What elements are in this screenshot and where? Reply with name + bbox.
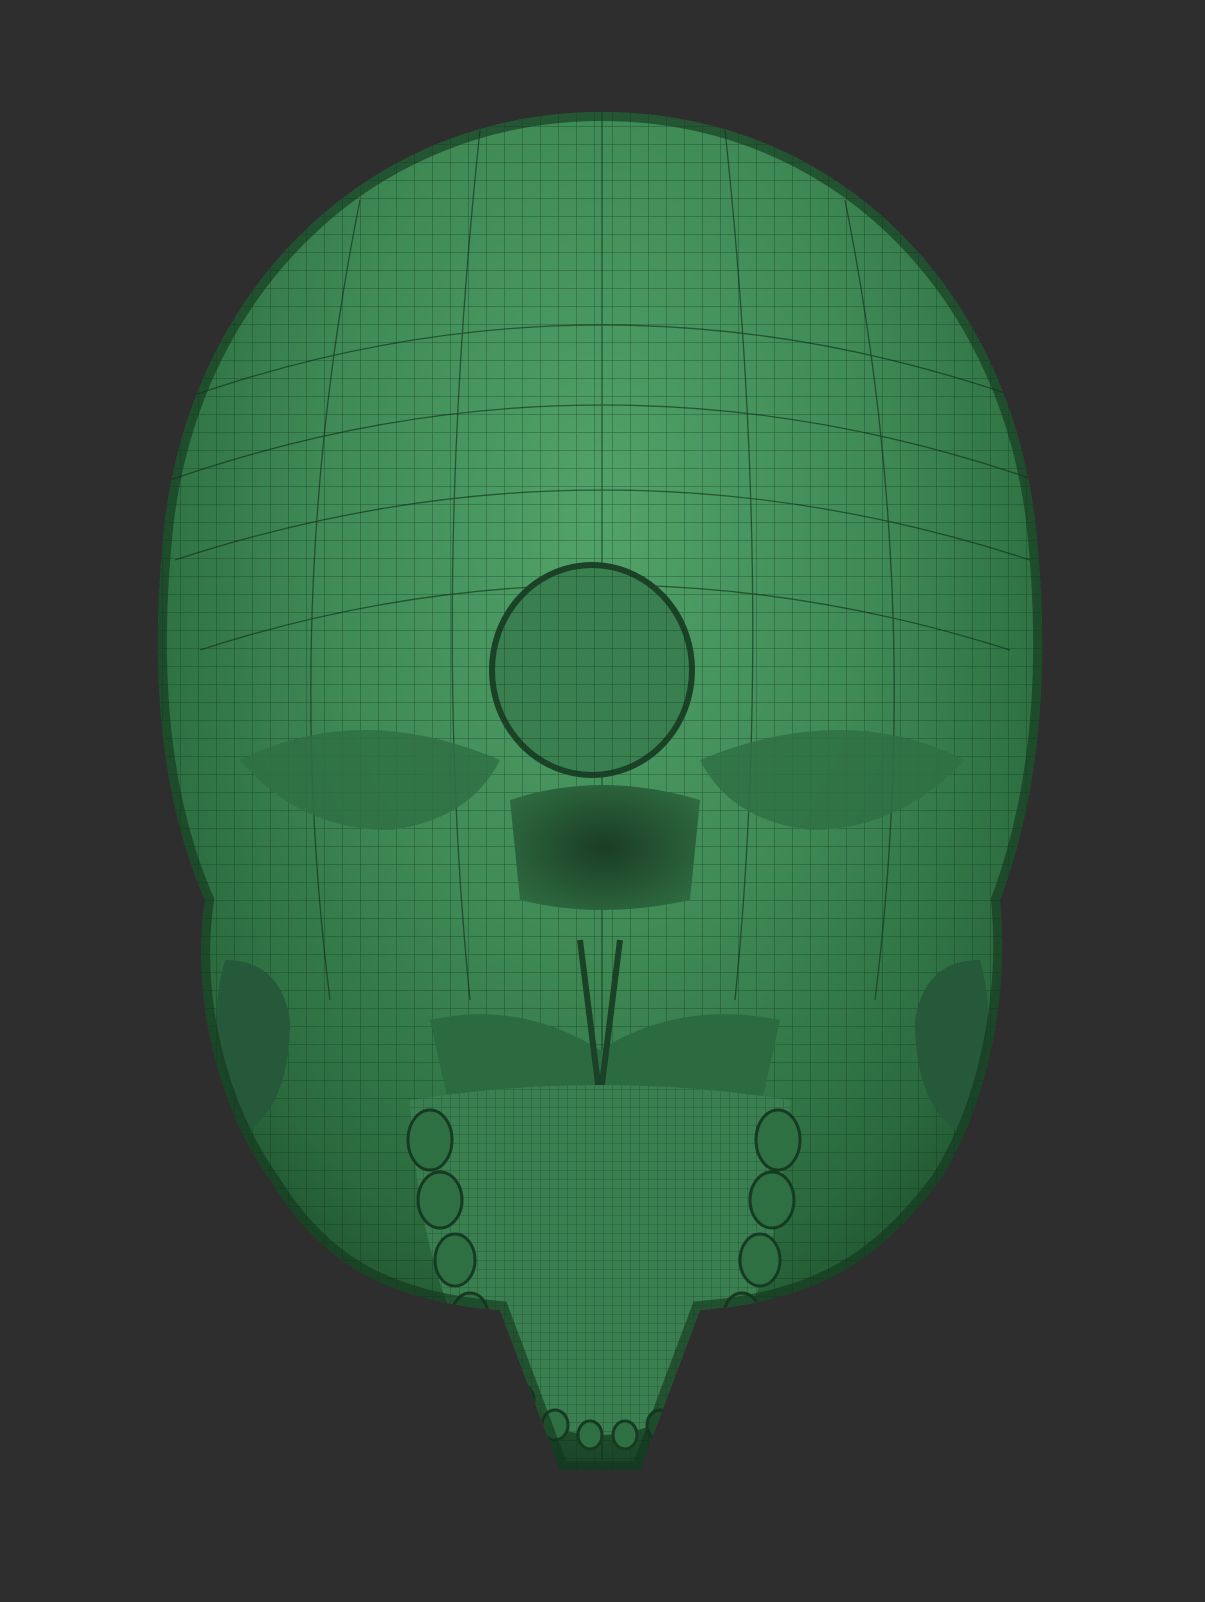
basi-occiput — [510, 785, 700, 910]
3d-viewport[interactable] — [0, 0, 1205, 1602]
skull-render — [157, 112, 1043, 1470]
